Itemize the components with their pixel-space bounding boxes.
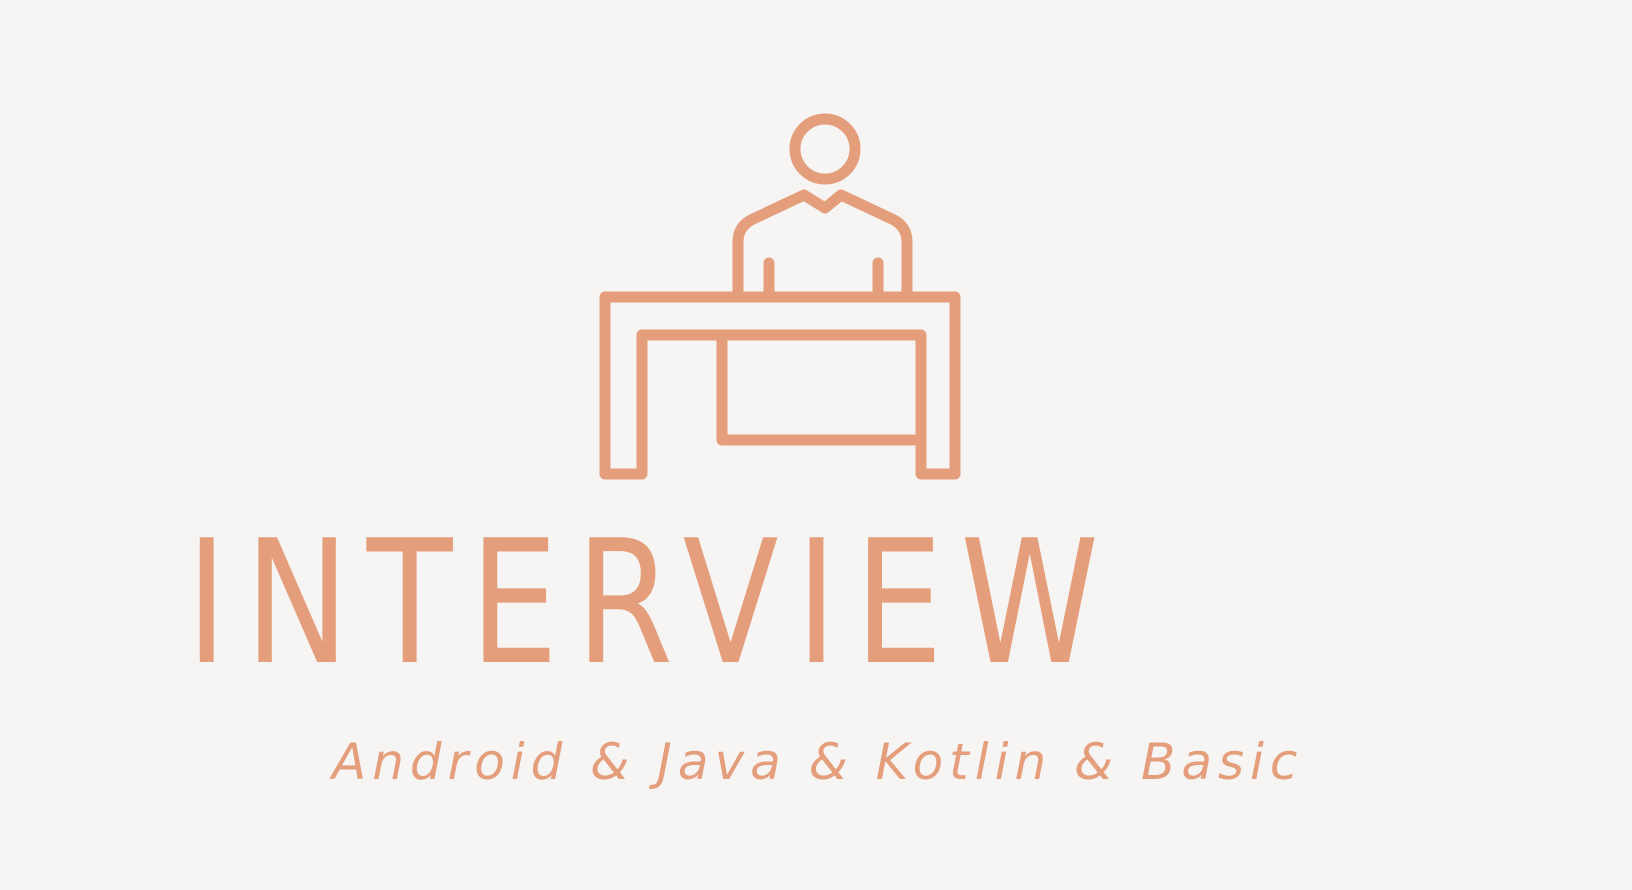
interview-desk-person-icon [599, 113, 961, 480]
logo-title: INTERVIEW [186, 504, 1117, 703]
logo-subtitle: Android & Java & Kotlin & Basic [332, 733, 1304, 791]
interview-logo: INTERVIEW Android & Java & Kotlin & Basi… [0, 0, 1632, 890]
